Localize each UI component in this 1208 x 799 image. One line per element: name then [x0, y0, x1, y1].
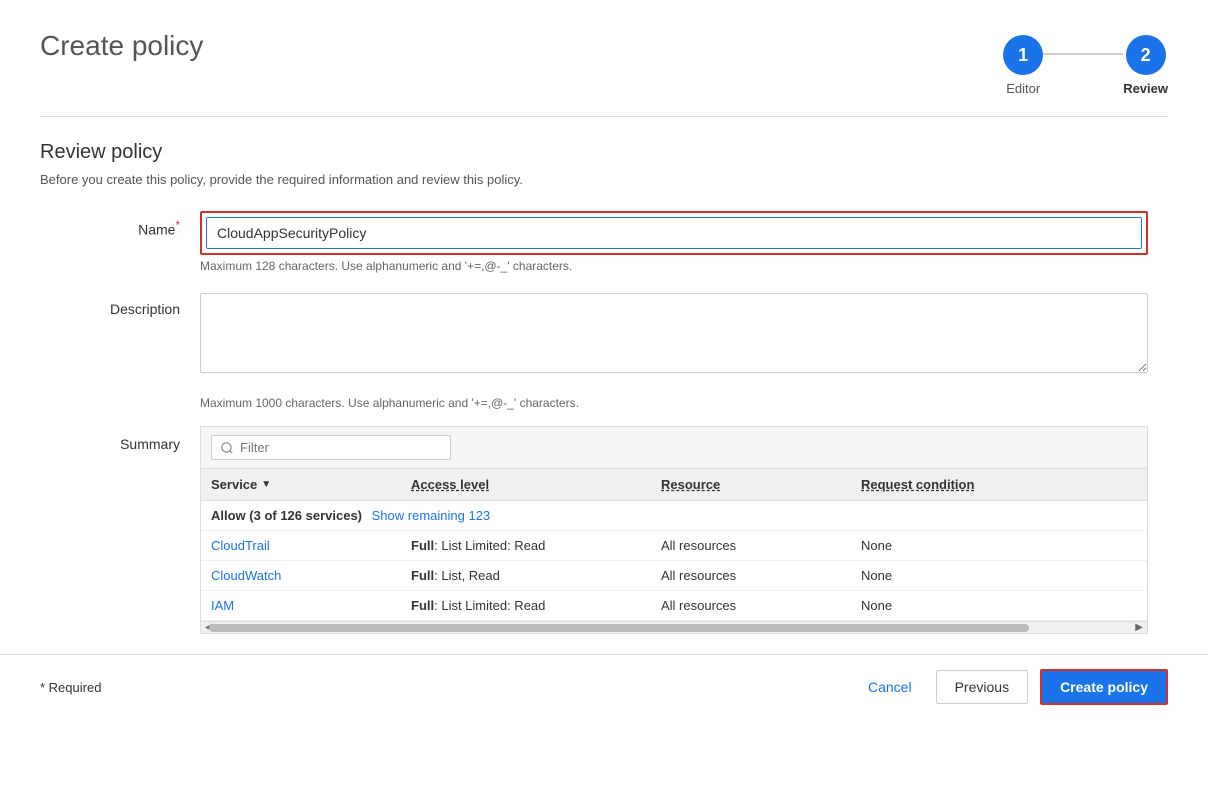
required-note: * Required [40, 680, 101, 695]
header-divider [40, 116, 1168, 117]
th-service: Service ▼ [211, 477, 411, 492]
sort-arrow-icon: ▼ [261, 479, 271, 490]
row-3-access-level: Full: List Limited: Read [411, 598, 661, 613]
description-field [200, 293, 1148, 376]
step-connector [1043, 53, 1123, 55]
row-1-request-condition: None [861, 538, 1137, 553]
filter-input[interactable] [240, 440, 442, 455]
stepper: 1 Editor 2 Review [1003, 35, 1168, 96]
show-remaining-link[interactable]: Show remaining 123 [372, 508, 491, 523]
row-2-service: CloudWatch [211, 568, 411, 583]
description-row: Description [60, 293, 1148, 376]
row-3-service: IAM [211, 598, 411, 613]
summary-box: Service ▼ Access level Resource Request … [200, 426, 1148, 634]
description-hint: Maximum 1000 characters. Use alphanumeri… [180, 396, 1168, 410]
row-2-request-condition: None [861, 568, 1137, 583]
description-textarea[interactable] [200, 293, 1148, 373]
table-header: Service ▼ Access level Resource Request … [201, 469, 1147, 501]
cancel-button[interactable]: Cancel [856, 671, 924, 703]
create-policy-button[interactable]: Create policy [1040, 669, 1168, 705]
name-input[interactable] [207, 218, 1141, 248]
previous-button[interactable]: Previous [936, 670, 1028, 704]
table-row: IAM Full: List Limited: Read All resourc… [201, 591, 1147, 621]
table-group-header: Allow (3 of 126 services) Show remaining… [201, 501, 1147, 531]
filter-bar [201, 427, 1147, 469]
row-3-request-condition: None [861, 598, 1137, 613]
horizontal-scrollbar[interactable]: ◀ ▶ [201, 621, 1147, 633]
search-icon [220, 441, 234, 455]
cloudwatch-link[interactable]: CloudWatch [211, 568, 281, 583]
step-2: 2 Review [1123, 35, 1168, 96]
row-2-access-level: Full: List, Read [411, 568, 661, 583]
th-access-level: Access level [411, 477, 661, 492]
scroll-thumb[interactable] [209, 624, 1029, 632]
review-subtitle: Before you create this policy, provide t… [40, 172, 1168, 187]
review-section-title: Review policy [40, 141, 1168, 164]
cloudtrail-link[interactable]: CloudTrail [211, 538, 270, 553]
name-label: Name* [60, 211, 200, 238]
name-field: Maximum 128 characters. Use alphanumeric… [200, 211, 1148, 273]
step-1-label: Editor [1006, 81, 1040, 96]
table-row: CloudTrail Full: List Limited: Read All … [201, 531, 1147, 561]
footer-buttons: Cancel Previous Create policy [856, 669, 1168, 705]
description-label: Description [60, 293, 200, 317]
step-2-label: Review [1123, 81, 1168, 96]
row-1-access-level: Full: List Limited: Read [411, 538, 661, 553]
name-row: Name* Maximum 128 characters. Use alphan… [60, 211, 1148, 273]
summary-label: Summary [60, 426, 200, 452]
row-2-resource: All resources [661, 568, 861, 583]
row-1-resource: All resources [661, 538, 861, 553]
row-1-service: CloudTrail [211, 538, 411, 553]
filter-input-wrap[interactable] [211, 435, 451, 460]
name-outer-box [200, 211, 1148, 255]
group-label: Allow (3 of 126 services) Show remaining… [211, 508, 1137, 523]
table-row: CloudWatch Full: List, Read All resource… [201, 561, 1147, 591]
page-title: Create policy [40, 30, 203, 62]
name-input-wrapper [206, 217, 1142, 249]
th-resource: Resource [661, 477, 861, 492]
name-hint: Maximum 128 characters. Use alphanumeric… [200, 259, 1148, 273]
step-1-circle: 1 [1003, 35, 1043, 75]
step-1: 1 Editor [1003, 35, 1043, 96]
scroll-right-arrow-icon: ▶ [1135, 622, 1143, 633]
step-2-circle: 2 [1126, 35, 1166, 75]
th-request-condition: Request condition [861, 477, 1137, 492]
iam-link[interactable]: IAM [211, 598, 234, 613]
summary-row: Summary Service ▼ Access level Resource [40, 426, 1168, 634]
footer: * Required Cancel Previous Create policy [0, 654, 1208, 719]
row-3-resource: All resources [661, 598, 861, 613]
